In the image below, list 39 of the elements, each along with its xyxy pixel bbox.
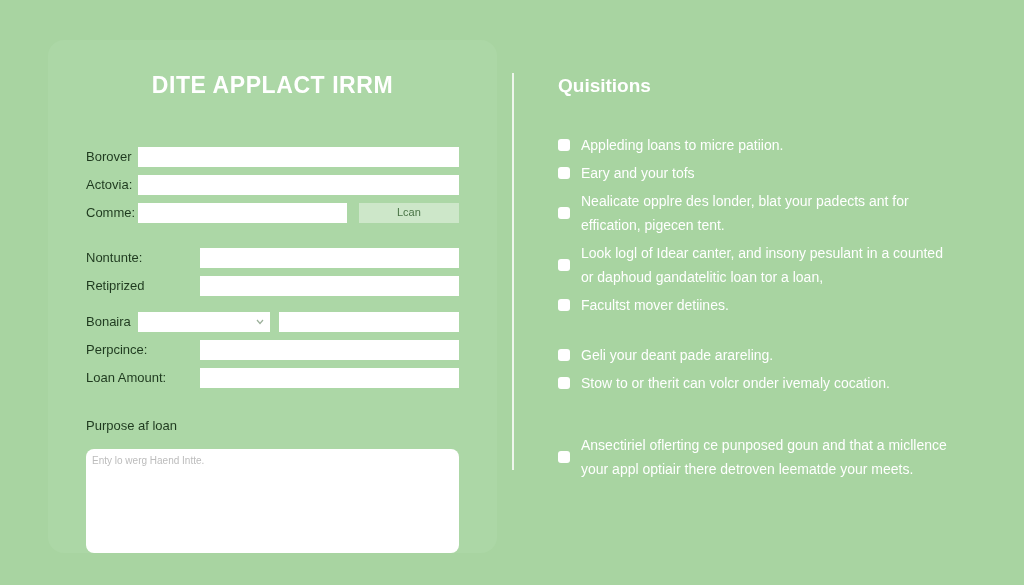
questions-heading: Quisitions <box>558 74 652 98</box>
form-title: DITE APPLACT IRRM <box>150 71 395 100</box>
purpose-text-area[interactable]: Enty lo werg Haend Intte. <box>86 449 459 553</box>
checkbox[interactable] <box>558 166 570 179</box>
field-label: Comme: <box>86 203 137 222</box>
text-field[interactable] <box>138 174 459 195</box>
purpose-label: Purpose af loan <box>86 416 179 435</box>
question-text: Facultst mover detiines. <box>581 295 729 315</box>
field-label: Retiprized <box>86 276 146 295</box>
text-field[interactable] <box>200 367 459 388</box>
checkbox[interactable] <box>558 258 570 271</box>
text-field[interactable] <box>138 146 459 167</box>
checkbox[interactable] <box>558 450 570 463</box>
field-label: Nontunte: <box>86 248 144 267</box>
caret-icon <box>256 318 264 325</box>
text-field[interactable] <box>200 339 459 360</box>
checkbox[interactable] <box>558 138 570 151</box>
question-text: Appleding loans to micre patiion. <box>581 135 784 155</box>
field-label: Bonaira <box>86 312 132 331</box>
field-label: Perpcince: <box>86 340 149 359</box>
question-text: Look logl of Idear canter, and insony pesulant in a counted or daphoud gandatelitic loan tor a loan, <box>581 243 944 287</box>
question-text: Geli your deant pade arareling. <box>581 345 774 365</box>
question-text: Ansectiriel oflerting ce punposed goun and that a micllence your appl optiair there detroven leematde your meets. <box>581 435 948 479</box>
checkbox[interactable] <box>558 206 570 219</box>
text-field[interactable] <box>200 275 459 296</box>
checkbox[interactable] <box>558 348 570 361</box>
field-label: Loan Amount: <box>86 368 168 387</box>
dropdown-field[interactable] <box>138 311 270 332</box>
checkbox[interactable] <box>558 298 570 311</box>
text-field[interactable] <box>279 311 459 332</box>
text-field[interactable] <box>138 202 347 223</box>
text-field[interactable] <box>200 247 459 268</box>
question-text: Stow to or therit can volcr onder ivemaly cocation. <box>581 373 890 393</box>
question-text: Nealicate opplre des londer, blat your padects ant for effication, pigecen tent. <box>581 191 910 235</box>
checkbox[interactable] <box>558 376 570 389</box>
field-label: Borover <box>86 147 133 166</box>
field-label: Actovia: <box>86 175 134 194</box>
loan-button[interactable]: Lcan <box>358 202 459 223</box>
question-text: Eary and your tofs <box>581 163 695 183</box>
